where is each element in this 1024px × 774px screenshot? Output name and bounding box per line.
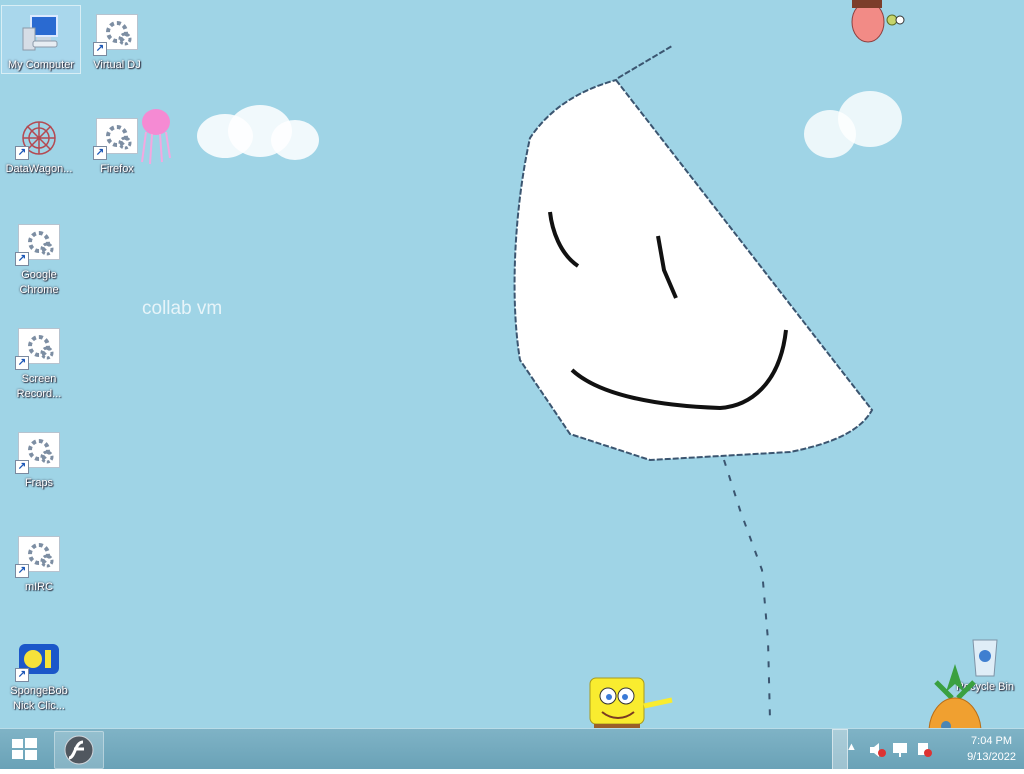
generic-app-icon: ↗ [15, 222, 63, 266]
flash-icon [64, 735, 94, 765]
clock-date: 9/13/2022 [967, 751, 1016, 763]
desktop-icon-spongebob-nick-clicks[interactable]: ↗ SpongeBob Nick Clic... [0, 632, 78, 714]
taskbar: ▲ 7:04 PM 9/13/2022 [0, 728, 1024, 771]
taskbar-clock[interactable]: 7:04 PM 9/13/2022 [967, 733, 1016, 765]
datawagon-logo-icon: ↗ [15, 116, 63, 160]
desktop-icon-google-chrome[interactable]: ↗ Google Chrome [0, 216, 78, 298]
desktop-icon-label: Screen Record... [16, 373, 62, 400]
desktop-icon-label: SpongeBob Nick Clic... [10, 685, 68, 712]
generic-app-icon: ↗ [93, 12, 141, 56]
taskbar-flash-button[interactable] [54, 731, 104, 769]
cloud-decoration [197, 105, 319, 160]
desktop[interactable]: My Computer ↗ Virtual DJ ↗ DataWagon... … [0, 0, 1024, 728]
desktop-watermark: collab vm [142, 298, 223, 319]
generic-app-icon: ↗ [15, 430, 63, 474]
shortcut-arrow-icon: ↗ [15, 356, 29, 370]
desktop-icon-label: Google Chrome [19, 269, 59, 296]
shortcut-arrow-icon: ↗ [93, 146, 107, 160]
desktop-icon-label: mIRC [24, 581, 54, 593]
generic-app-icon: ↗ [15, 326, 63, 370]
desktop-icon-label: Fraps [24, 477, 54, 489]
generic-app-icon: ↗ [15, 534, 63, 578]
start-button[interactable] [0, 729, 48, 769]
show-hidden-icons-icon[interactable]: ▲ [846, 741, 857, 753]
shortcut-arrow-icon: ↗ [15, 668, 29, 682]
shortcut-arrow-icon: ↗ [93, 42, 107, 56]
windows-logo-icon [12, 738, 37, 760]
desktop-icon-virtual-dj[interactable]: ↗ Virtual DJ [78, 6, 156, 73]
network-icon[interactable] [892, 741, 910, 759]
volume-muted-icon[interactable] [868, 741, 886, 759]
shortcut-arrow-icon: ↗ [15, 564, 29, 578]
pineapple-house-decoration [928, 664, 982, 728]
shortcut-arrow-icon: ↗ [15, 252, 29, 266]
desktop-icon-label: Virtual DJ [93, 59, 141, 71]
desktop-icon-my-computer[interactable]: My Computer [1, 5, 81, 74]
system-tray: ▲ 7:04 PM 9/13/2022 [824, 729, 1024, 769]
shortcut-arrow-icon: ↗ [15, 460, 29, 474]
desktop-icon-fraps[interactable]: ↗ Fraps [0, 424, 78, 491]
jellyfish-decoration [141, 109, 171, 165]
desktop-icon-screen-recorder[interactable]: ↗ Screen Record... [0, 320, 78, 402]
computer-icon [17, 12, 65, 56]
nick-logo-icon: ↗ [15, 638, 63, 682]
desktop-icon-label: My Computer [7, 59, 75, 71]
clock-time: 7:04 PM [971, 735, 1013, 747]
desktop-icon-datawagon[interactable]: ↗ DataWagon... [0, 110, 78, 177]
desktop-icon-mirc[interactable]: ↗ mIRC [0, 528, 78, 595]
smiley-drawing [513, 45, 874, 721]
shortcut-arrow-icon: ↗ [15, 146, 29, 160]
desktop-icon-label: DataWagon... [5, 163, 73, 175]
action-center-icon[interactable] [916, 741, 934, 759]
spongebob-decoration [589, 677, 673, 728]
